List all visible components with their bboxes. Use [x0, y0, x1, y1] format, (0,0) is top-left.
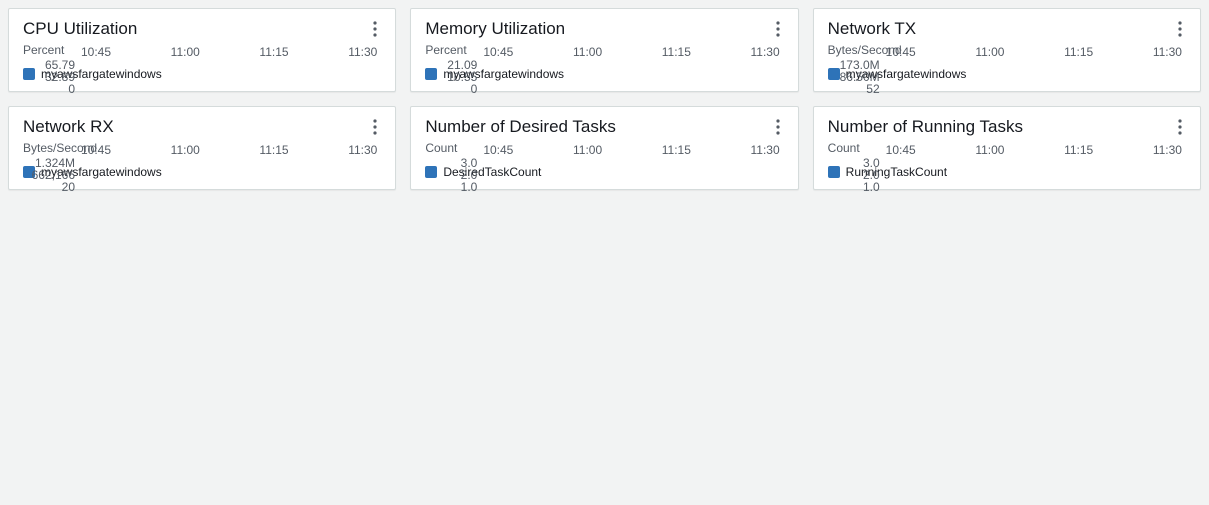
vertical-dots-icon [373, 119, 377, 135]
card-menu-button[interactable] [1174, 117, 1186, 137]
legend: myawsfargatewindows [425, 67, 783, 81]
card-cpu-utilization: CPU Utilization Percent 65.79 32.89 0 10… [8, 8, 396, 92]
x-axis: 10:45 11:00 11:15 11:30 [81, 45, 377, 59]
card-network-rx: Network RX Bytes/Second 1.324M 662,166 2… [8, 106, 396, 190]
card-menu-button[interactable] [1174, 19, 1186, 39]
card-network-tx: Network TX Bytes/Second 173.0M 86.50M 52… [813, 8, 1201, 92]
x-axis: 10:45 11:00 11:15 11:30 [886, 143, 1182, 157]
card-title: Number of Desired Tasks [425, 117, 616, 137]
card-running-tasks: Number of Running Tasks Count 3.0 2.0 1.… [813, 106, 1201, 190]
vertical-dots-icon [1178, 21, 1182, 37]
vertical-dots-icon [776, 21, 780, 37]
card-desired-tasks: Number of Desired Tasks Count 3.0 2.0 1.… [410, 106, 798, 190]
legend: myawsfargatewindows [23, 67, 381, 81]
x-axis: 10:45 11:00 11:15 11:30 [81, 143, 377, 157]
vertical-dots-icon [776, 119, 780, 135]
card-menu-button[interactable] [369, 117, 381, 137]
x-axis: 10:45 11:00 11:15 11:30 [483, 45, 779, 59]
legend: DesiredTaskCount [425, 165, 783, 179]
vertical-dots-icon [373, 21, 377, 37]
card-menu-button[interactable] [772, 19, 784, 39]
legend: myawsfargatewindows [828, 67, 1186, 81]
card-memory-utilization: Memory Utilization Percent 21.09 10.55 0… [410, 8, 798, 92]
card-title: Number of Running Tasks [828, 117, 1023, 137]
card-title: Network TX [828, 19, 917, 39]
vertical-dots-icon [1178, 119, 1182, 135]
legend: myawsfargatewindows [23, 165, 381, 179]
x-axis: 10:45 11:00 11:15 11:30 [483, 143, 779, 157]
legend: RunningTaskCount [828, 165, 1186, 179]
x-axis: 10:45 11:00 11:15 11:30 [886, 45, 1182, 59]
card-title: Network RX [23, 117, 114, 137]
card-title: Memory Utilization [425, 19, 565, 39]
card-menu-button[interactable] [772, 117, 784, 137]
metrics-dashboard: CPU Utilization Percent 65.79 32.89 0 10… [0, 0, 1209, 198]
card-title: CPU Utilization [23, 19, 137, 39]
card-menu-button[interactable] [369, 19, 381, 39]
